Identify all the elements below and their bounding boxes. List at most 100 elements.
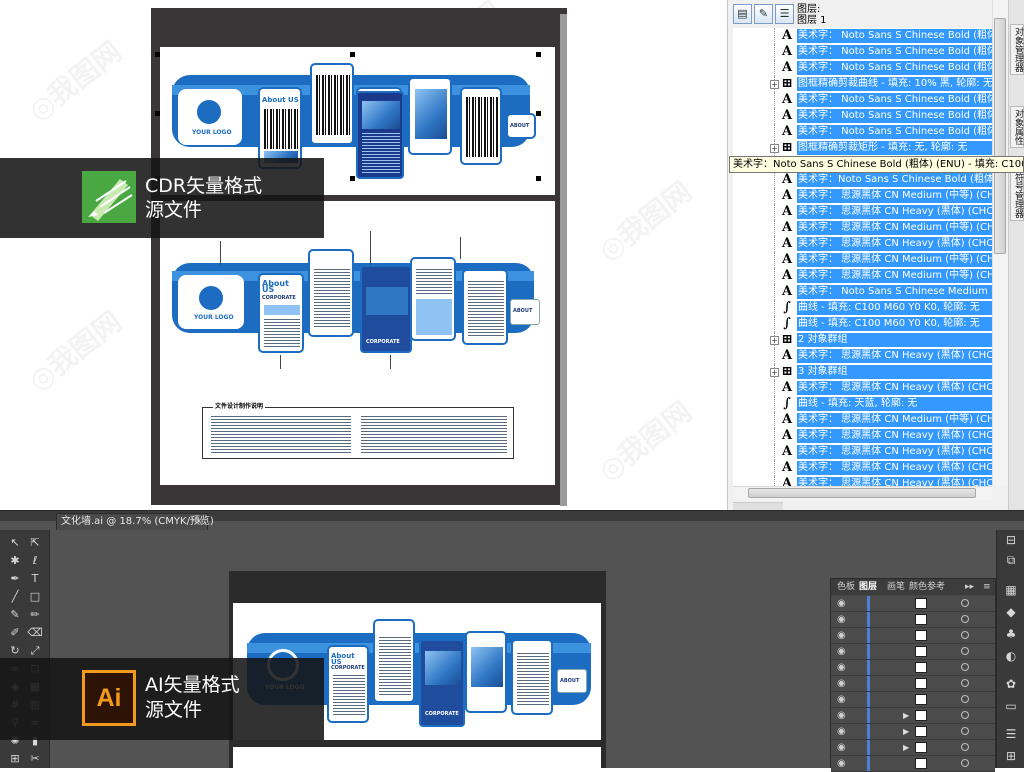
layer-row[interactable]: ◉ ▶	[831, 724, 995, 740]
selection-handle[interactable]	[155, 52, 160, 57]
layer-row[interactable]: ◉ ▶	[831, 740, 995, 756]
object-row[interactable]: +⊞ 3 对象群组	[733, 364, 992, 380]
layer-row[interactable]: ◉	[831, 676, 995, 692]
selection-handle[interactable]	[155, 111, 160, 116]
object-row[interactable]: A 美术字： Noto Sans S Chinese Bold (粗体)	[733, 60, 992, 76]
type-tool-icon[interactable]: T	[26, 570, 44, 587]
visibility-eye-icon[interactable]: ◉	[837, 726, 846, 738]
edit-across-layers-icon[interactable]: ✎	[754, 4, 773, 24]
panel-collapse-icon[interactable]: ▸▸	[965, 579, 974, 595]
layer-row[interactable]: ◉	[831, 692, 995, 708]
expand-icon[interactable]: +	[770, 80, 779, 89]
transform-icon[interactable]: ⊞	[1003, 748, 1019, 764]
document-tab[interactable]: 文化墙.ai @ 18.7% (CMYK/预览) ×	[56, 513, 214, 530]
object-row[interactable]: A 美术字： 思源黑体 CN Medium (中等) (CHC)	[733, 252, 992, 268]
layer-row[interactable]: ◉	[831, 628, 995, 644]
expand-icon[interactable]: +	[770, 144, 779, 153]
eraser-tool-icon[interactable]: ⌫	[26, 624, 44, 641]
object-row[interactable]: ∫ 曲线 - 填充: C100 M60 Y0 K0, 轮廓: 无	[733, 300, 992, 316]
panel-footer-buttons[interactable]	[733, 502, 783, 510]
tab-layers[interactable]: 图层	[859, 579, 877, 595]
show-properties-icon[interactable]: ▤	[733, 4, 752, 24]
vertical-scroll-thumb[interactable]	[994, 18, 1006, 254]
visibility-eye-icon[interactable]: ◉	[837, 598, 846, 610]
selection-handle[interactable]	[350, 52, 355, 57]
artboard-tool-icon[interactable]: ⊞	[6, 750, 24, 767]
expand-icon[interactable]: +	[770, 368, 779, 377]
expand-triangle-icon[interactable]: ▶	[903, 726, 909, 738]
brushes-icon[interactable]: ♣	[1003, 626, 1019, 642]
close-icon[interactable]: ×	[195, 514, 203, 530]
layers-icon[interactable]: ◆	[1003, 604, 1019, 620]
layer-manager-view-icon[interactable]: ☰	[775, 4, 794, 24]
visibility-eye-icon[interactable]: ◉	[837, 662, 846, 674]
selection-handle[interactable]	[350, 176, 355, 181]
object-row[interactable]: A 美术字： 思源黑体 CN Medium (中等) (CHC)	[733, 188, 992, 204]
lasso-tool-icon[interactable]: ℓ	[26, 552, 44, 569]
object-row[interactable]: A 美术字： 思源黑体 CN Medium (中等) (CHC)	[733, 268, 992, 284]
slice-tool-icon[interactable]: ✂	[26, 750, 44, 767]
rectangle-tool-icon[interactable]: □	[26, 588, 44, 605]
target-circle-icon[interactable]	[961, 679, 969, 687]
target-circle-icon[interactable]	[961, 631, 969, 639]
align-icon[interactable]: ☰	[1003, 726, 1019, 742]
object-row[interactable]: A 美术字： 思源黑体 CN Medium (中等) (CHC)	[733, 220, 992, 236]
object-row[interactable]: A 美术字： Noto Sans S Chinese Bold (粗体)	[733, 108, 992, 124]
tab-swatches[interactable]: 色板	[837, 579, 855, 595]
target-circle-icon[interactable]	[961, 711, 969, 719]
panel-menu-icon[interactable]: ≡	[983, 579, 991, 595]
tab-object-properties[interactable]: 对象属性	[1010, 106, 1024, 148]
object-row[interactable]: A 美术字： Noto Sans S Chinese Bold (粗体)	[733, 44, 992, 60]
selection-handle[interactable]	[536, 111, 541, 116]
selection-handle[interactable]	[536, 176, 541, 181]
target-circle-icon[interactable]	[961, 743, 969, 751]
target-circle-icon[interactable]	[961, 647, 969, 655]
object-row[interactable]: A 美术字： 思源黑体 CN Heavy (黑体) (CHC) -	[733, 380, 992, 396]
layer-row[interactable]: ◉	[831, 612, 995, 628]
visibility-eye-icon[interactable]: ◉	[837, 678, 846, 690]
paintbrush-tool-icon[interactable]: ✎	[6, 606, 24, 623]
target-circle-icon[interactable]	[961, 615, 969, 623]
tab-object-manager[interactable]: 对象管理器	[1010, 24, 1024, 75]
magic-wand-tool-icon[interactable]: ✱	[6, 552, 24, 569]
visibility-eye-icon[interactable]: ◉	[837, 630, 846, 642]
object-row[interactable]: + ⊞ 图框精确剪裁曲线 - 填充: 10% 黑, 轮廓: 无	[733, 76, 992, 92]
object-row[interactable]: A 美术字： 思源黑体 CN Medium (中等) (CHC)	[733, 412, 992, 428]
target-circle-icon[interactable]	[961, 695, 969, 703]
artboard-preview-2[interactable]: YOUR LOGO About US CORPORATE CORPORATE A…	[160, 201, 555, 485]
tab-color-guide[interactable]: 颜色参考	[909, 579, 945, 595]
stroke-icon[interactable]: ▭	[1003, 698, 1019, 714]
target-circle-icon[interactable]	[961, 727, 969, 735]
object-row[interactable]: A 美术字： 思源黑体 CN Heavy (黑体) (CHC) -	[733, 348, 992, 364]
object-row[interactable]: A 美术字： 思源黑体 CN Heavy (黑体) (CHC) -	[733, 204, 992, 220]
object-row[interactable]: + ⊞ 2 对象群组	[733, 332, 992, 348]
object-row[interactable]: + ⊞ 图框精确剪裁矩形 - 填充: 无, 轮廓: 无	[733, 140, 992, 156]
direct-selection-tool-icon[interactable]: ⇱	[26, 534, 44, 551]
artboard-2[interactable]	[233, 747, 601, 768]
pencil-tool-icon[interactable]: ✏	[26, 606, 44, 623]
visibility-eye-icon[interactable]: ◉	[837, 742, 846, 754]
symbols-icon[interactable]: ◐	[1003, 648, 1019, 664]
object-row[interactable]: ∫ 曲线 - 填充: 天蓝, 轮廓: 无	[733, 396, 992, 412]
tab-brushes[interactable]: 画笔	[887, 579, 905, 595]
object-row[interactable]: A 美术字： 思源黑体 CN Heavy (黑体) (CHC) -	[733, 444, 992, 460]
target-circle-icon[interactable]	[961, 759, 969, 767]
rotate-tool-icon[interactable]: ↻	[6, 642, 24, 659]
object-row[interactable]: A 美术字： Noto Sans S Chinese Medium (中	[733, 284, 992, 300]
layer-row[interactable]: ◉	[831, 644, 995, 660]
target-circle-icon[interactable]	[961, 599, 969, 607]
color-guide-icon[interactable]: ✿	[1003, 676, 1019, 692]
object-row[interactable]: A 美术字： 思源黑体 CN Heavy (黑体) (CHC) -	[733, 460, 992, 476]
line-tool-icon[interactable]: ╱	[6, 588, 24, 605]
object-row[interactable]: A 美术字： Noto Sans S Chinese Bold (粗体)	[733, 92, 992, 108]
tab-symbol-manager[interactable]: 符号管理器	[1010, 170, 1024, 221]
visibility-eye-icon[interactable]: ◉	[837, 646, 846, 658]
expand-triangle-icon[interactable]: ▶	[903, 710, 909, 722]
object-row[interactable]: A 美术字： 思源黑体 CN Heavy (黑体) (CHC) -	[733, 236, 992, 252]
expand-triangle-icon[interactable]: ▶	[903, 742, 909, 754]
horizontal-scroll-thumb[interactable]	[748, 488, 976, 498]
visibility-eye-icon[interactable]: ◉	[837, 710, 846, 722]
object-list[interactable]: A 美术字： Noto Sans S Chinese Bold (粗体) A 美术字：…	[733, 28, 992, 486]
libraries-icon[interactable]: ⧉	[1003, 552, 1019, 568]
object-row[interactable]: A 美术字： 思源黑体 CN Heavy (黑体) (CHC) -	[733, 428, 992, 444]
